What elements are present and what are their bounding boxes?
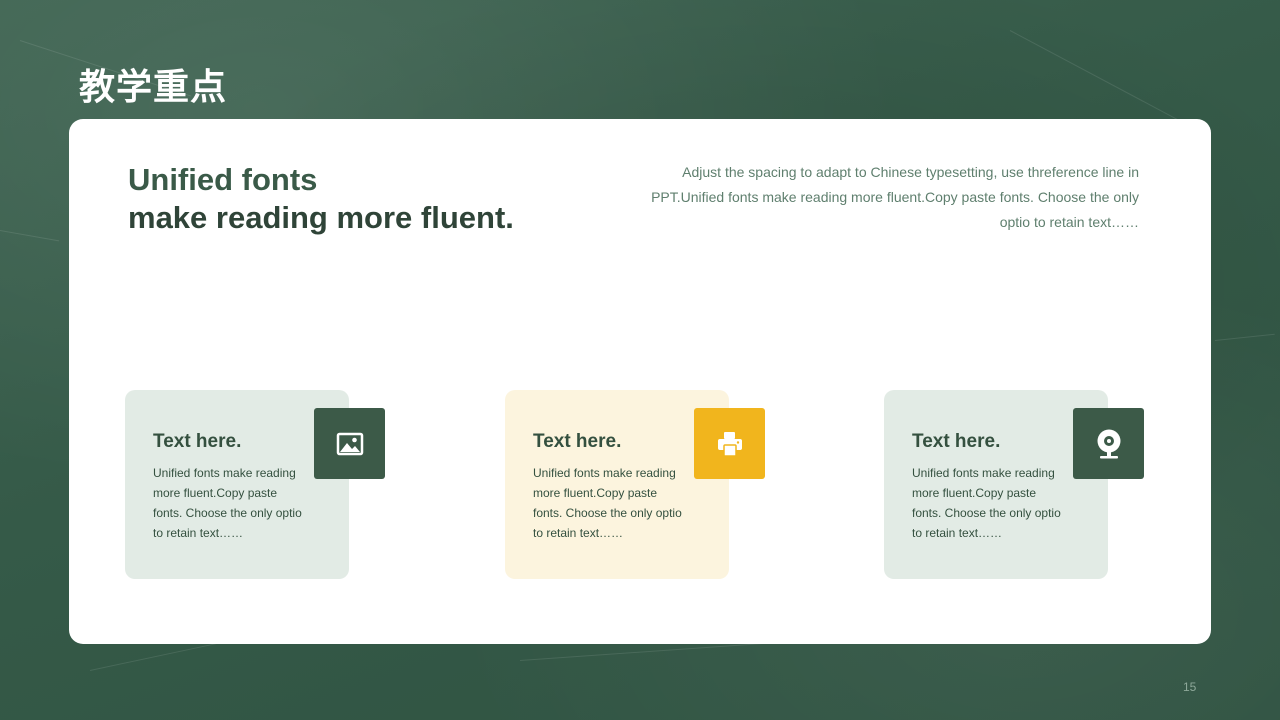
feature-card-3: Text here. Unified fonts make reading mo… xyxy=(884,390,1144,579)
page-title: 教学重点 xyxy=(79,66,228,107)
content-board: Unified fonts make reading more fluent. … xyxy=(69,119,1211,644)
feature-card-2: Text here. Unified fonts make reading mo… xyxy=(505,390,765,579)
page-number: 15 xyxy=(1183,680,1197,694)
card-body: Unified fonts make reading more fluent.C… xyxy=(912,466,1061,540)
image-icon xyxy=(314,408,385,479)
intro-paragraph: Adjust the spacing to adapt to Chinese t… xyxy=(651,164,1139,230)
webcam-icon xyxy=(1073,408,1144,479)
headline: Unified fonts make reading more fluent. xyxy=(128,161,514,237)
card-title: Text here. xyxy=(912,431,1001,452)
printer-icon xyxy=(694,408,765,479)
card-body: Unified fonts make reading more fluent.C… xyxy=(533,466,682,540)
card-title: Text here. xyxy=(153,431,242,452)
card-title: Text here. xyxy=(533,431,622,452)
card-body: Unified fonts make reading more fluent.C… xyxy=(153,466,302,540)
headline-line-1: Unified fonts xyxy=(128,162,318,197)
feature-card-1: Text here. Unified fonts make reading mo… xyxy=(125,390,385,579)
headline-line-2: make reading more fluent. xyxy=(128,200,514,235)
